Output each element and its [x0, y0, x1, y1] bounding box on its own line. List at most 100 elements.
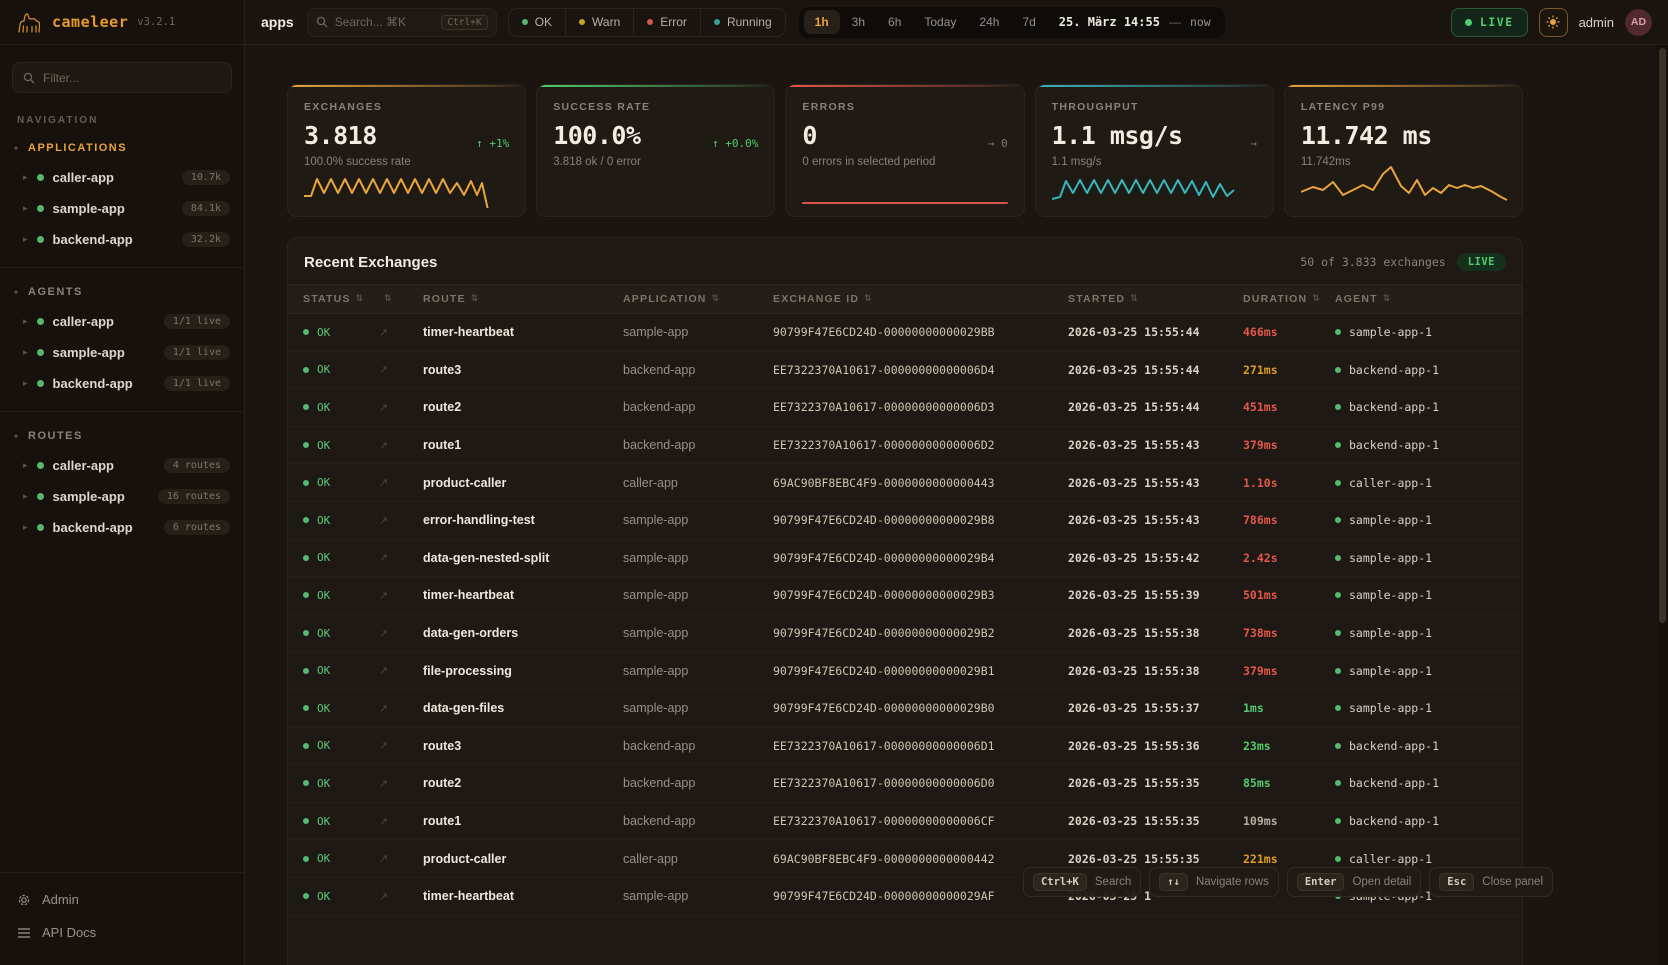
exchange-row[interactable]: OK ↗ route3 backend-app EE7322370A10617-… [288, 352, 1522, 390]
column-header[interactable]: DURATION ⇅ [1228, 293, 1320, 305]
stat-subtitle: 0 errors in selected period [802, 156, 1007, 168]
sidebar-item-application[interactable]: ▸ backend-app 32.2k [0, 224, 244, 255]
started-cell: 2026-03-25 15:55:42 [1053, 551, 1228, 565]
section-header-applications[interactable]: ▾ APPLICATIONS [0, 136, 244, 162]
agent-cell: backend-app-1 [1320, 400, 1522, 414]
open-exchange-icon[interactable]: ↗ [364, 476, 408, 489]
avatar[interactable]: AD [1625, 9, 1652, 36]
duration-cell: 271ms [1228, 363, 1320, 377]
exchange-row[interactable]: OK ↗ product-caller caller-app 69AC90BF8… [288, 464, 1522, 502]
sidebar-item-agent[interactable]: ▸ sample-app 1/1 live [0, 337, 244, 368]
sidebar-item-application[interactable]: ▸ caller-app 10.7k [0, 162, 244, 193]
open-exchange-icon[interactable]: ↗ [364, 514, 408, 527]
time-range-button[interactable]: 24h [968, 10, 1010, 34]
exchange-row[interactable]: OK ↗ data-gen-nested-split sample-app 90… [288, 540, 1522, 578]
exchange-row[interactable]: OK ↗ route1 backend-app EE7322370A10617-… [288, 427, 1522, 465]
section-header-routes[interactable]: ▾ ROUTES [0, 424, 244, 450]
time-range-button[interactable]: 1h [804, 10, 840, 34]
agent-cell: caller-app-1 [1320, 476, 1522, 490]
open-exchange-icon[interactable]: ↗ [364, 627, 408, 640]
open-exchange-icon[interactable]: ↗ [364, 363, 408, 376]
search-icon [316, 16, 328, 28]
column-header[interactable]: ⇅ [364, 294, 408, 304]
open-exchange-icon[interactable]: ↗ [364, 401, 408, 414]
exchange-row[interactable]: OK ↗ route3 backend-app EE7322370A10617-… [288, 728, 1522, 766]
started-cell: 2026-03-25 15:55:44 [1053, 363, 1228, 377]
count-badge: 32.2k [182, 232, 230, 247]
search-input[interactable] [335, 15, 435, 29]
exchange-row[interactable]: OK ↗ error-handling-test sample-app 9079… [288, 502, 1522, 540]
time-range-group: 1h 3h 6h Today 24h 7d 25. März 14:55 — n… [799, 7, 1225, 38]
status-dot [303, 705, 309, 711]
status-cell: OK [288, 852, 364, 865]
application-cell: caller-app [608, 852, 758, 866]
sidebar-item-agent[interactable]: ▸ backend-app 1/1 live [0, 368, 244, 399]
agent-cell: backend-app-1 [1320, 363, 1522, 377]
live-toggle-button[interactable]: LIVE [1451, 8, 1528, 37]
time-range-button[interactable]: Today [913, 10, 967, 34]
open-exchange-icon[interactable]: ↗ [364, 815, 408, 828]
status-filter-button[interactable]: Warn [565, 9, 633, 36]
shortcut-label: Search [1095, 876, 1131, 888]
status-filter-button[interactable]: OK [509, 9, 565, 36]
section-header-agents[interactable]: ▾ AGENTS [0, 280, 244, 306]
exchange-row[interactable]: OK ↗ file-processing sample-app 90799F47… [288, 652, 1522, 690]
exchange-row[interactable]: OK ↗ data-gen-files sample-app 90799F47E… [288, 690, 1522, 728]
column-header[interactable]: APPLICATION ⇅ [608, 293, 758, 305]
column-header[interactable]: STATUS ⇅ [288, 293, 364, 305]
main-content: EXCHANGES 3.818 ↑ +1% 100.0% success rat… [245, 45, 1668, 965]
sidebar-item-admin[interactable]: Admin [0, 883, 244, 916]
open-exchange-icon[interactable]: ↗ [364, 551, 408, 564]
route-cell: file-processing [408, 664, 608, 678]
exchange-row[interactable]: OK ↗ route2 backend-app EE7322370A10617-… [288, 765, 1522, 803]
sidebar-item-agent[interactable]: ▸ caller-app 1/1 live [0, 306, 244, 337]
sidebar-item-api-docs[interactable]: API Docs [0, 916, 244, 949]
sidebar-item-route[interactable]: ▸ backend-app 6 routes [0, 512, 244, 543]
open-exchange-icon[interactable]: ↗ [364, 439, 408, 452]
started-cell: 2026-03-25 15:55:39 [1053, 588, 1228, 602]
open-exchange-icon[interactable]: ↗ [364, 702, 408, 715]
open-exchange-icon[interactable]: ↗ [364, 777, 408, 790]
column-header[interactable]: STARTED ⇅ [1053, 293, 1228, 305]
theme-toggle-button[interactable] [1539, 8, 1568, 37]
global-search[interactable]: Ctrl+K [307, 8, 497, 37]
status-filter-button[interactable]: Running [700, 9, 785, 36]
nav-section-label: NAVIGATION [0, 101, 244, 128]
open-exchange-icon[interactable]: ↗ [364, 890, 408, 903]
status-cell: OK [288, 514, 364, 527]
count-badge: 10.7k [182, 170, 230, 185]
time-range-button[interactable]: 7d [1011, 10, 1046, 34]
started-cell: 2026-03-25 15:55:36 [1053, 739, 1228, 753]
exchange-row[interactable]: OK ↗ route1 backend-app EE7322370A10617-… [288, 803, 1522, 841]
column-header[interactable]: EXCHANGE ID ⇅ [758, 293, 1053, 305]
exchanges-sparkline [304, 166, 504, 208]
chevron-right-icon: ▸ [23, 203, 28, 214]
time-range-button[interactable]: 3h [841, 10, 876, 34]
sidebar-item-route[interactable]: ▸ caller-app 4 routes [0, 450, 244, 481]
open-exchange-icon[interactable]: ↗ [364, 852, 408, 865]
filter-input[interactable] [43, 71, 221, 85]
time-range-button[interactable]: 6h [877, 10, 912, 34]
open-exchange-icon[interactable]: ↗ [364, 739, 408, 752]
sidebar-filter[interactable] [12, 62, 232, 93]
application-cell: sample-app [608, 551, 758, 565]
exchange-row[interactable]: OK ↗ route2 backend-app EE7322370A10617-… [288, 389, 1522, 427]
route-cell: error-handling-test [408, 513, 608, 527]
open-exchange-icon[interactable]: ↗ [364, 589, 408, 602]
open-exchange-icon[interactable]: ↗ [364, 664, 408, 677]
agent-health-dot [1335, 668, 1341, 674]
exchange-row[interactable]: OK ↗ data-gen-orders sample-app 90799F47… [288, 615, 1522, 653]
exchange-row[interactable]: OK ↗ timer-heartbeat sample-app 90799F47… [288, 314, 1522, 352]
scrollbar-thumb[interactable] [1659, 48, 1666, 623]
sidebar-item-route[interactable]: ▸ sample-app 16 routes [0, 481, 244, 512]
open-exchange-icon[interactable]: ↗ [364, 326, 408, 339]
column-header[interactable]: ROUTE ⇅ [408, 293, 608, 305]
exchange-row[interactable]: OK ↗ timer-heartbeat sample-app 90799F47… [288, 577, 1522, 615]
section-applications: ▾ APPLICATIONS ▸ caller-app 10.7k ▸ samp… [0, 128, 244, 261]
status-filter-button[interactable]: Error [633, 9, 700, 36]
started-cell: 2026-03-25 15:55:43 [1053, 476, 1228, 490]
exchange-id-cell: 90799F47E6CD24D-00000000000029B4 [758, 551, 1053, 565]
status-cell: OK [288, 777, 364, 790]
sidebar-item-application[interactable]: ▸ sample-app 84.1k [0, 193, 244, 224]
column-header[interactable]: AGENT ⇅ [1320, 293, 1522, 305]
